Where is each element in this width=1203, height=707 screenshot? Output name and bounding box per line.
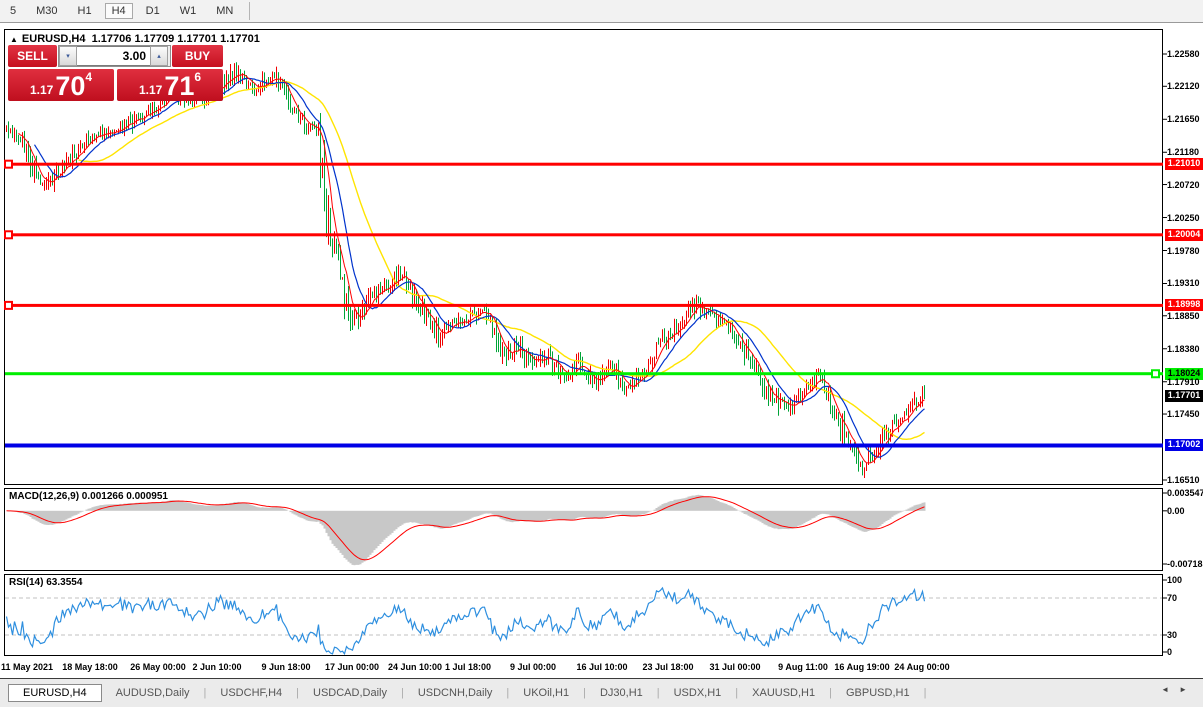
rsi-indicator-label: RSI(14) 63.3554 [9,577,82,588]
tab-usdcnh-daily[interactable]: USDCNH,Daily [404,685,507,701]
macd-pane[interactable] [4,488,1163,571]
buy-price-button[interactable]: 1.17 71 6 [117,69,223,101]
volume-increase-icon[interactable]: ▴ [150,46,168,66]
timeframe-d1[interactable]: D1 [139,3,167,19]
tab-ukoil-h1[interactable]: UKOil,H1 [509,685,583,701]
macd-scale-label: 0.00 [1167,506,1185,516]
timeframe-h4[interactable]: H4 [105,3,133,19]
y-tick-label-1.18850: 1.18850 [1167,311,1200,321]
current-price-tag: 1.17701 [1165,390,1203,402]
y-tick-label-1.17450: 1.17450 [1167,409,1200,419]
macd-scale-label: -0.007185 [1167,559,1203,569]
sell-button[interactable]: SELL [8,45,57,67]
terminal-window: 5M30H1H4D1W1MN ▲EURUSD,H4 1.17706 1.1770… [0,0,1203,706]
symbol-period-label: EURUSD,H4 [22,33,86,45]
tab-separator: | [924,687,927,699]
x-tick-label-24-aug-00-00: 24 Aug 00:00 [894,662,949,672]
rsi-scale-label-0: 0 [1167,647,1172,657]
macd-indicator-label: MACD(12,26,9) 0.001266 0.000951 [9,491,168,502]
y-tick-label-1.20250: 1.20250 [1167,213,1200,223]
buy-price-point: 6 [194,70,201,84]
ohlc-values: 1.17706 1.17709 1.17701 1.17701 [92,33,260,45]
timeframe-mn[interactable]: MN [209,3,240,19]
timeframe-w1[interactable]: W1 [173,3,204,19]
y-tick-label-1.22120: 1.22120 [1167,81,1200,91]
tab-dj30-h1[interactable]: DJ30,H1 [586,685,657,701]
rsi-scale-label-30: 30 [1167,630,1177,640]
rsi-pane[interactable] [4,574,1163,656]
y-tick-label-1.18380: 1.18380 [1167,344,1200,354]
x-tick-label-9-aug-11-00: 9 Aug 11:00 [778,662,828,672]
volume-input[interactable] [77,46,150,66]
x-tick-label-16-aug-19-00: 16 Aug 19:00 [834,662,889,672]
tab-scroll-right-icon[interactable]: ► [1179,685,1197,694]
x-tick-label-26-may-00-00: 26 May 00:00 [130,662,186,672]
collapse-panel-icon[interactable]: ▲ [10,35,18,44]
buy-price-pips: 71 [164,73,194,99]
x-tick-label-1-jul-18-00: 1 Jul 18:00 [445,662,491,672]
x-tick-label-23-jul-18-00: 23 Jul 18:00 [642,662,693,672]
x-tick-label-9-jun-18-00: 9 Jun 18:00 [261,662,310,672]
chart-symbol-header: ▲ EURUSD,H4 1.17706 1.17709 1.17701 1.177… [10,33,260,45]
x-tick-label-31-jul-00-00: 31 Jul 00:00 [709,662,760,672]
rsi-scale-label-100: 100 [1167,575,1182,585]
x-tick-label-18-may-18-00: 18 May 18:00 [62,662,118,672]
chart-tab-bar: EURUSD,H4AUDUSD,Daily|USDCHF,H4|USDCAD,D… [0,678,1203,707]
y-tick-label-1.19780: 1.19780 [1167,246,1200,256]
macd-scale-label: 0.003547 [1167,488,1203,498]
volume-decrease-icon[interactable]: ▾ [59,46,77,66]
y-tick-label-1.16510: 1.16510 [1167,475,1200,485]
volume-stepper: ▾ ▴ [58,45,171,67]
timeframe-5[interactable]: 5 [3,3,23,19]
rsi-scale-label-70: 70 [1167,593,1177,603]
y-tick-label-1.22580: 1.22580 [1167,49,1200,59]
tab-audusd-daily[interactable]: AUDUSD,Daily [102,685,204,701]
sell-price-point: 4 [85,70,92,84]
x-tick-label-24-jun-10-00: 24 Jun 10:00 [388,662,442,672]
x-tick-label-17-jun-00-00: 17 Jun 00:00 [325,662,379,672]
tab-usdx-h1[interactable]: USDX,H1 [660,685,736,701]
tab-usdcad-daily[interactable]: USDCAD,Daily [299,685,401,701]
price-level-tag-1.17002: 1.17002 [1165,439,1203,451]
tab-eurusd-h4[interactable]: EURUSD,H4 [8,684,102,702]
price-level-tag-1.18998: 1.18998 [1165,299,1203,311]
buy-price-prefix: 1.17 [139,83,162,97]
y-tick-label-1.21180: 1.21180 [1167,147,1199,157]
toolbar-separator [249,2,250,20]
y-tick-label-1.17910: 1.17910 [1167,377,1200,387]
y-tick-label-1.21650: 1.21650 [1167,114,1200,124]
x-tick-label-2-jun-10-00: 2 Jun 10:00 [192,662,241,672]
x-tick-label-16-jul-10-00: 16 Jul 10:00 [576,662,627,672]
x-tick-label-11-may-2021: 11 May 2021 [1,662,53,672]
x-tick-label-9-jul-00-00: 9 Jul 00:00 [510,662,556,672]
y-tick-label-1.20720: 1.20720 [1167,180,1200,190]
sell-price-pips: 70 [55,73,85,99]
tab-usdchf-h4[interactable]: USDCHF,H4 [206,685,296,701]
timeframe-m30[interactable]: M30 [29,3,64,19]
timeframe-toolbar: 5 M30 H1 H4 D1 W1 MN [0,0,1203,23]
one-click-trading-panel: SELL ▾ ▴ BUY 1.17 70 4 1.17 71 6 [8,45,223,101]
tab-scroll-arrows[interactable]: ◄► [1161,685,1197,694]
timeframe-h1[interactable]: H1 [71,3,99,19]
price-level-tag-1.21010: 1.21010 [1165,158,1203,170]
sell-price-prefix: 1.17 [30,83,53,97]
tab-gbpusd-h1[interactable]: GBPUSD,H1 [832,685,924,701]
y-tick-label-1.19310: 1.19310 [1167,278,1200,288]
buy-button[interactable]: BUY [172,45,223,67]
sell-price-button[interactable]: 1.17 70 4 [8,69,114,101]
price-level-tag-1.20004: 1.20004 [1165,229,1203,241]
tab-scroll-left-icon[interactable]: ◄ [1161,685,1179,694]
tab-xauusd-h1[interactable]: XAUUSD,H1 [738,685,829,701]
